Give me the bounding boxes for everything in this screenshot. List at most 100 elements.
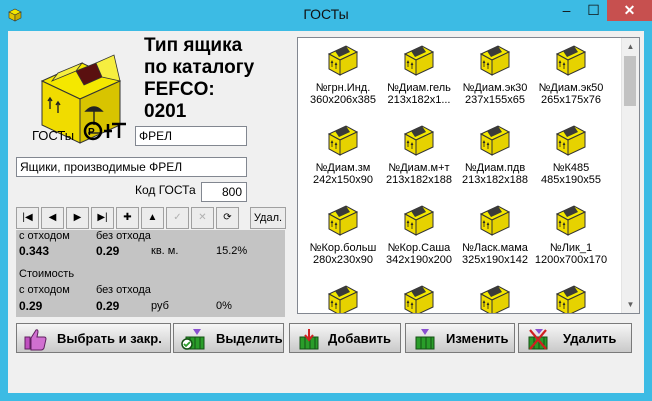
box-list-item[interactable]: №К485 485x190x55 [530,120,612,200]
cost-with-waste-value: 0.29 [19,299,43,313]
item-name: №Диам.м+т [388,162,450,174]
box-icon [479,205,511,236]
box-icon [327,205,359,236]
select-box-icon [181,329,205,350]
client-area: ГОСТы Р Тип ящика по каталогу FEFCO: 020… [8,31,644,393]
nav-first-button[interactable]: |◀ [16,207,39,229]
box-list-item[interactable]: №Диам.пдв 213x182x188 [454,120,536,200]
box-icon [403,285,435,313]
manufacturer-field[interactable]: ФРЕЛ [135,126,247,146]
box-list-item[interactable]: №Кор.Саша 342x190x200 [378,200,460,280]
box-list-item[interactable]: №Диам.гель 213x182x1... [378,40,460,120]
cost-without-waste-label: без отхода [96,284,151,296]
close-button[interactable]: ✕ [607,0,652,21]
gost-code-label: Код ГОСТа [135,183,196,197]
box-list-item[interactable]: №Диам.зм 242x150x90 [302,120,384,200]
heading-line-2: по каталогу [144,57,255,78]
box-icon [403,205,435,236]
select-button[interactable]: Выделить [173,323,284,353]
add-box-icon [299,329,319,350]
item-name: №Диам.пдв [464,162,526,174]
box-icon [555,125,587,156]
box-icon [327,125,359,156]
cost-title: Стоимость [19,268,75,280]
item-dims: 485x190x55 [541,174,601,186]
area-unit: кв. м. [151,245,179,257]
gost-code-field[interactable]: 800 [201,182,247,202]
item-dims: 360x206x385 [309,94,377,106]
item-dims: 280x230x90 [313,254,373,266]
svg-text:Р: Р [88,127,95,138]
nav-delete-button[interactable]: Удал. [250,207,286,229]
thumbs-up-icon [24,329,47,351]
nav-insert-button[interactable]: ✚ [116,207,139,229]
nav-edit-button[interactable]: ▲ [141,207,164,229]
box-type-heading: Тип ящика по каталогу FEFCO: 0201 [144,35,294,123]
edit-box-icon [415,329,435,350]
area-without-waste-value: 0.29 [96,244,120,258]
nav-cancel-button[interactable]: ✕ [191,207,214,229]
item-dims: 342x190x200 [385,254,453,266]
box-list-item[interactable]: №Кор.больш 280x230x90 [302,200,384,280]
add-label: Добавить [328,331,391,346]
area-with-waste-label: с отходом [19,230,70,242]
title-bar[interactable]: ГОСТы – ☐ ✕ [0,0,652,31]
box-list-item[interactable]: №Ласк.мама 325x190x142 [454,200,536,280]
select-close-button[interactable]: Выбрать и закр. [16,323,171,353]
box-list-item[interactable]: №Диам.м+т 213x182x188 [378,120,460,200]
nav-post-button[interactable]: ✓ [166,207,189,229]
box-list-item[interactable]: №Линда_10 [378,280,460,313]
nav-prior-button[interactable]: ◀ [41,207,64,229]
item-name: №Диам.эк30 [462,82,528,94]
cost-percent: 0% [216,300,232,312]
gost-logo-label: ГОСТы [32,128,75,143]
item-name: №Кор.больш [309,242,377,254]
item-name: №К485 [552,162,590,174]
minimize-button[interactable]: – [553,0,580,21]
cost-without-waste-value: 0.29 [96,299,120,313]
box-list-item[interactable]: №Лик_1 1200x700x170 [530,200,612,280]
box-list-item[interactable]: №Диам.эк50 265x175x76 [530,40,612,120]
item-name: №Кор.Саша [387,242,451,254]
box-list-item[interactable]: №Линда_18 [530,280,612,313]
calculation-panel: с отходом без отхода 0.343 0.29 кв. м. 1… [16,230,285,317]
delete-box-icon [528,329,548,350]
edit-label: Изменить [446,331,509,346]
item-name: №Лик_1 [549,242,593,254]
nav-next-button[interactable]: ▶ [66,207,89,229]
scroll-down-icon[interactable]: ▼ [622,296,639,313]
scroll-up-icon[interactable]: ▲ [622,38,639,55]
cost-with-waste-label: с отходом [19,284,70,296]
nav-last-button[interactable]: ▶| [91,207,114,229]
box-list-item[interactable]: №Диам.эк30 237x155x65 [454,40,536,120]
box-list-item[interactable]: №грн.Инд. 360x206x385 [302,40,384,120]
box-list-item[interactable]: №Линда_17 [454,280,536,313]
item-dims: 213x182x188 [385,174,453,186]
area-percent: 15.2% [216,245,248,257]
app-window: ГОСТы – ☐ ✕ ГОСТы Р Тип ящика по каталог… [0,0,652,401]
box-icon [327,45,359,76]
box-list-view[interactable]: №грн.Инд. 360x206x385 №Диам.гель 213x182x1.… [297,37,640,314]
area-without-waste-label: без отхода [96,230,151,242]
item-dims: 242x150x90 [313,174,373,186]
box-icon [555,285,587,313]
nav-refresh-button[interactable]: ⟳ [216,207,239,229]
item-dims: 1200x700x170 [534,254,608,266]
list-scrollbar[interactable]: ▲ ▼ [621,38,639,313]
box-icon [479,285,511,313]
area-with-waste-value: 0.343 [19,244,50,258]
item-name: №Диам.гель [387,82,451,94]
record-navigator: |◀ ◀ ▶ ▶| ✚ ▲ ✓ ✕ ⟳ Удал. [16,207,286,231]
box-icon [555,45,587,76]
item-name: №Ласк.мама [462,242,528,254]
box-icon [555,205,587,236]
delete-button[interactable]: Удалить [518,323,632,353]
item-name: №грн.Инд. [315,82,371,94]
delete-label: Удалить [563,331,617,346]
maximize-button[interactable]: ☐ [580,0,607,21]
box-list-item[interactable]: №Лик_2 [302,280,384,313]
scroll-thumb[interactable] [624,56,636,106]
edit-button[interactable]: Изменить [405,323,515,353]
add-button[interactable]: Добавить [289,323,401,353]
description-field[interactable]: Ящики, производимые ФРЕЛ [16,157,247,177]
